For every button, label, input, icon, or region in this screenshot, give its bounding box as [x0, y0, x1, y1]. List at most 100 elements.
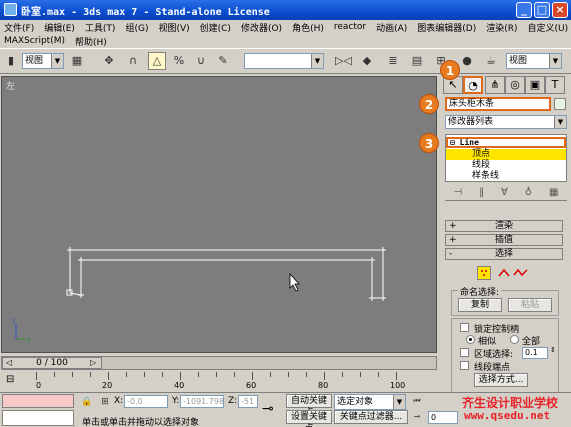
modifier-list-dropdown[interactable]: 修改器列表 ▼	[445, 115, 567, 129]
menu-character[interactable]: 角色(H)	[292, 21, 324, 34]
y-coordinate-field[interactable]: -1091.798	[180, 395, 224, 408]
stack-item-vertex[interactable]: 顶点	[446, 149, 566, 160]
segment-mode-icon[interactable]	[497, 266, 511, 280]
set-key-button[interactable]: 设置关键点	[286, 410, 332, 427]
show-end-result-icon[interactable]: ‖	[479, 187, 484, 198]
named-selection-set-dropdown[interactable]: ▼	[244, 53, 324, 69]
render-scene-icon[interactable]: ☕	[482, 52, 500, 70]
key-filters-button[interactable]: 关键点过滤器...	[334, 410, 408, 424]
ruler-tick	[108, 372, 109, 380]
viewport-canvas[interactable]: z y	[2, 77, 436, 352]
display-tab[interactable]: ▣	[525, 76, 545, 94]
menu-view[interactable]: 视图(V)	[158, 21, 189, 34]
menu-customize[interactable]: 自定义(U)	[528, 21, 569, 34]
key-selection-dropdown[interactable]: 选定对象 ▼	[334, 394, 406, 410]
viewport-left[interactable]: 左 z y	[1, 76, 437, 353]
remove-modifier-icon[interactable]: ♁	[525, 187, 532, 198]
snap-icon[interactable]: ∩	[124, 52, 142, 70]
time-prev-icon[interactable]: ◁	[6, 358, 12, 367]
rollout-interpolation[interactable]: + 插值	[445, 234, 563, 246]
time-next-icon[interactable]: ▷	[90, 358, 96, 367]
maxscript-input[interactable]	[2, 410, 74, 426]
menu-group[interactable]: 组(G)	[125, 21, 148, 34]
reference-coord-dropdown[interactable]: 视图 ▼	[22, 53, 64, 69]
align-icon[interactable]: ◆	[358, 52, 376, 70]
menu-file[interactable]: 文件(F)	[4, 21, 34, 34]
menu-help[interactable]: 帮助(H)	[75, 35, 107, 48]
similar-radio[interactable]	[466, 335, 475, 344]
svg-text:y: y	[27, 336, 31, 343]
configure-sets-icon[interactable]: ▦	[549, 187, 558, 198]
close-button[interactable]: ×	[552, 2, 568, 18]
lock-handles-checkbox[interactable]	[460, 323, 469, 332]
key-mode-icon[interactable]: ⊸	[410, 410, 424, 424]
copy-button[interactable]: 复制	[458, 298, 502, 312]
angle-snap-icon[interactable]: △	[148, 52, 166, 70]
area-selection-spinner[interactable]: 0.1	[522, 347, 548, 359]
make-unique-icon[interactable]: ∀	[501, 187, 508, 198]
auto-key-button[interactable]: 自动关键点	[286, 394, 332, 418]
area-selection-checkbox[interactable]	[460, 348, 469, 357]
all-radio[interactable]	[510, 335, 519, 344]
z-coordinate-field[interactable]: -51	[238, 395, 258, 408]
spinner-snap-icon[interactable]: ∪	[192, 52, 210, 70]
minimize-button[interactable]: _	[516, 2, 532, 18]
spinner-arrows-icon[interactable]: ⇕	[550, 346, 556, 354]
menu-create[interactable]: 创建(C)	[200, 21, 231, 34]
curve-editor-icon[interactable]: ▤	[408, 52, 426, 70]
current-frame-field[interactable]: 0	[428, 411, 458, 424]
ruler-tick	[288, 372, 289, 377]
menu-tools[interactable]: 工具(T)	[85, 21, 116, 34]
vertex-mode-icon[interactable]	[477, 266, 491, 280]
utilities-tab[interactable]: T	[545, 76, 565, 94]
select-move-icon[interactable]: ✥	[100, 52, 118, 70]
mirror-icon[interactable]: ▷◁	[334, 52, 352, 70]
undo-icon[interactable]: ▮	[2, 52, 20, 70]
command-panel: ↖ ◔ ⋔ ◎ ▣ T 1 床头柜木条 2 修改器列表 ▼ ⊟ Line 顶点 线…	[419, 60, 571, 400]
ruler-tick-label: 20	[102, 381, 113, 390]
select-by-button[interactable]: 选择方式...	[474, 373, 528, 387]
material-editor-icon[interactable]: ●	[458, 52, 476, 70]
paste-button[interactable]: 粘贴	[508, 298, 552, 312]
menu-maxscript[interactable]: MAXScript(M)	[4, 36, 65, 46]
layer-manager-icon[interactable]: ≣	[384, 52, 402, 70]
stack-item-spline[interactable]: 样条线	[446, 171, 566, 182]
object-name-field[interactable]: 床头柜木条	[445, 97, 551, 111]
time-slider[interactable]: 0 / 100 ◁ ▷	[1, 356, 437, 370]
named-selection-icon[interactable]: ✎	[214, 52, 232, 70]
percent-snap-icon[interactable]: %	[170, 52, 188, 70]
ruler-tick	[126, 372, 127, 377]
y-label: Y:	[172, 396, 180, 406]
key-icon[interactable]: ⊸	[262, 401, 274, 417]
menu-rendering[interactable]: 渲染(R)	[486, 21, 517, 34]
menu-edit[interactable]: 编辑(E)	[44, 21, 75, 34]
object-color-swatch[interactable]	[554, 98, 566, 110]
hierarchy-tab[interactable]: ⋔	[485, 76, 505, 94]
selection-options-group: 锁定控制柄 相似 全部 区域选择: 0.1 ⇕ 线段端点 选择方式...	[451, 318, 559, 400]
render-viewport-dropdown[interactable]: 视图 ▼	[506, 53, 562, 69]
track-bar[interactable]: ⊟ 0 20 40 60 80 100	[0, 370, 440, 392]
motion-tab[interactable]: ◎	[505, 76, 525, 94]
stack-item-segment[interactable]: 线段	[446, 160, 566, 171]
absolute-mode-icon[interactable]: ⊞	[98, 395, 112, 409]
go-to-start-icon[interactable]: ⏮	[410, 394, 424, 408]
pin-stack-icon[interactable]: ⊣	[453, 187, 462, 198]
maxscript-listener-mini[interactable]	[2, 394, 74, 408]
lock-selection-icon[interactable]: 🔒	[80, 395, 94, 409]
modify-tab[interactable]: ◔	[463, 76, 483, 94]
menu-animation[interactable]: 动画(A)	[376, 21, 407, 34]
maximize-button[interactable]: □	[534, 2, 550, 18]
rollout-rendering[interactable]: + 渲染	[445, 220, 563, 232]
menu-graph-editors[interactable]: 图表编辑器(D)	[417, 21, 476, 34]
x-coordinate-field[interactable]: -0.0	[124, 395, 168, 408]
segment-end-checkbox[interactable]	[460, 361, 469, 370]
callout-badge-1: 1	[440, 60, 460, 80]
time-slider-knob[interactable]: 0 / 100	[2, 357, 102, 369]
menu-reactor[interactable]: reactor	[334, 22, 366, 32]
rollout-selection[interactable]: - 选择	[445, 248, 563, 260]
track-bar-menu-icon[interactable]: ⊟	[6, 374, 20, 386]
pivot-icon[interactable]: ▦	[68, 52, 86, 70]
menu-modifiers[interactable]: 修改器(O)	[241, 21, 282, 34]
spline-mode-icon[interactable]	[513, 266, 528, 280]
stack-item-line[interactable]: ⊟ Line	[446, 137, 566, 148]
